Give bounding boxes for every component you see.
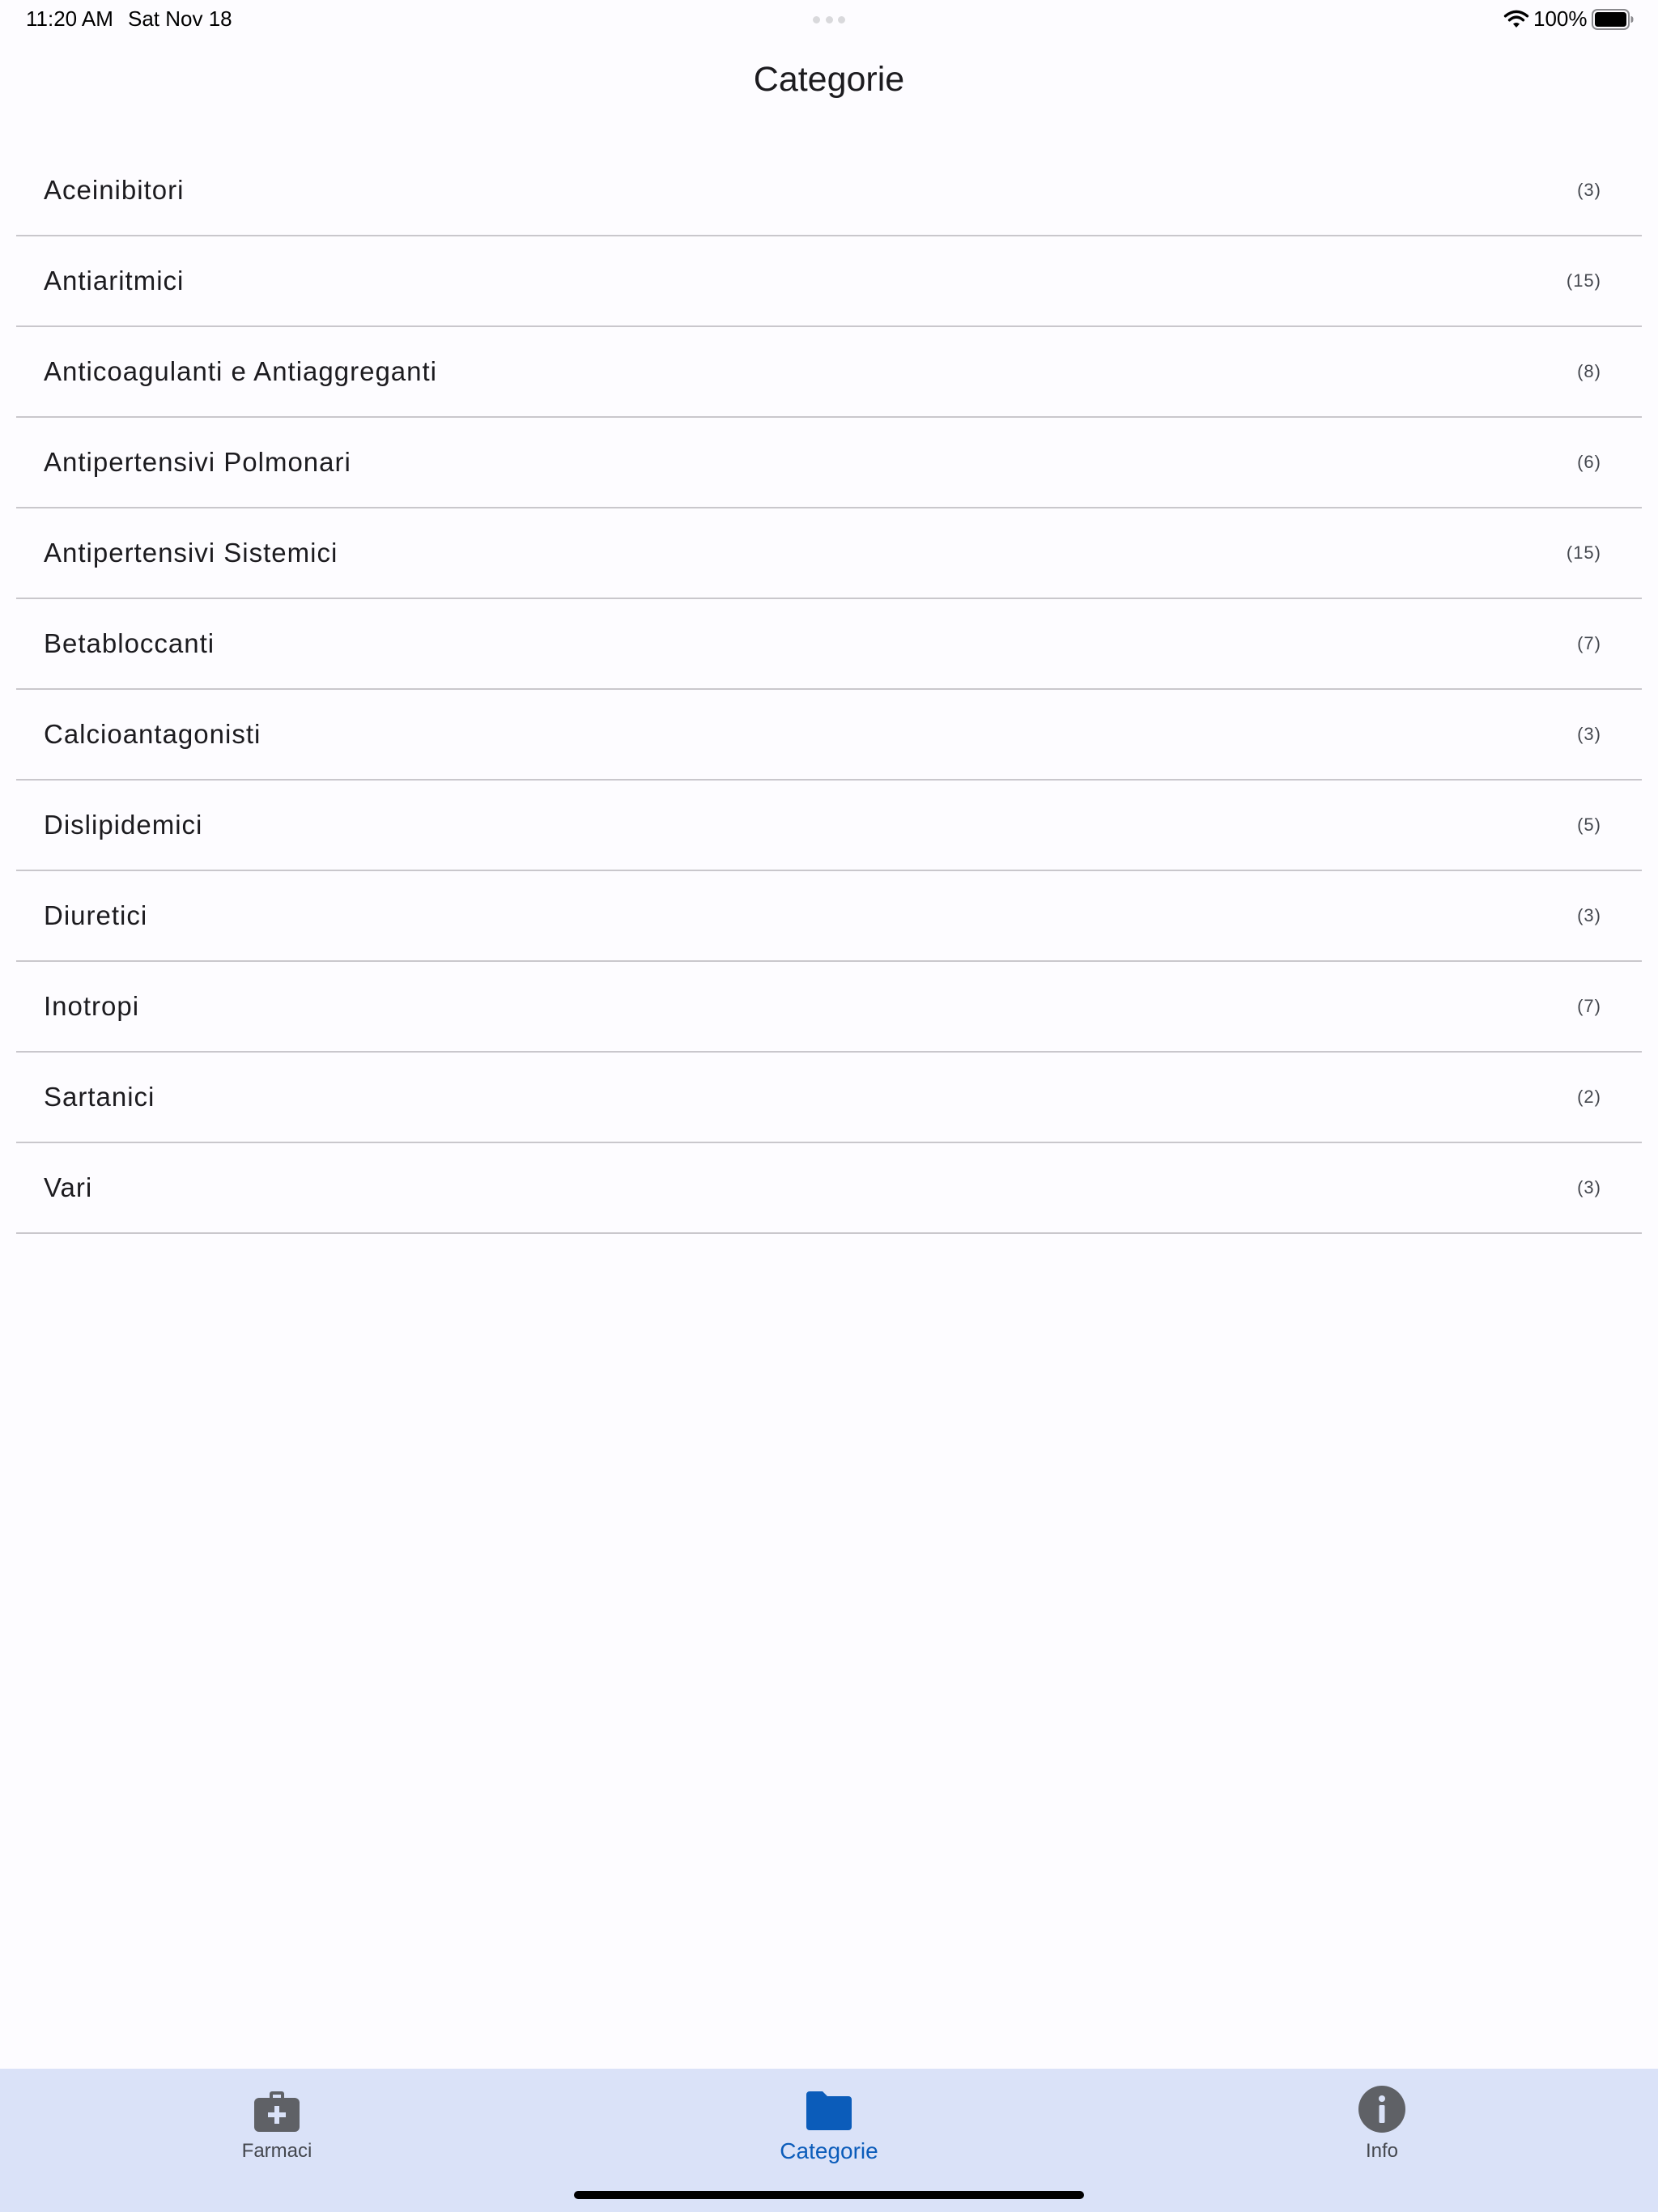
tab-categorie[interactable]: Categorie bbox=[708, 2069, 950, 2174]
category-name: Antiaritmici bbox=[44, 266, 185, 296]
status-date: Sat Nov 18 bbox=[128, 6, 232, 31]
category-name: Diuretici bbox=[44, 900, 148, 930]
category-count: (3) bbox=[1577, 180, 1601, 200]
category-row[interactable]: Aceinibitori (3) bbox=[16, 146, 1642, 236]
page-title: Categorie bbox=[753, 60, 905, 99]
category-name: Betabloccanti bbox=[44, 628, 215, 658]
category-row[interactable]: Anticoagulanti e Antiaggreganti (8) bbox=[16, 327, 1642, 418]
category-row[interactable]: Sartanici (2) bbox=[16, 1053, 1642, 1143]
category-name: Inotropi bbox=[44, 991, 140, 1021]
category-row[interactable]: Betabloccanti (7) bbox=[16, 599, 1642, 690]
category-count: (15) bbox=[1566, 270, 1601, 291]
multitasking-dots-icon[interactable] bbox=[813, 16, 845, 24]
folder-icon bbox=[806, 2091, 852, 2130]
category-row[interactable]: Inotropi (7) bbox=[16, 962, 1642, 1053]
category-count: (6) bbox=[1577, 452, 1601, 472]
tab-categorie-label: Categorie bbox=[780, 2138, 878, 2163]
category-name: Anticoagulanti e Antiaggreganti bbox=[44, 356, 438, 386]
status-bar: 11:20 AM Sat Nov 18 100% bbox=[0, 0, 1658, 39]
category-count: (3) bbox=[1577, 724, 1601, 744]
tab-farmaci[interactable]: Farmaci bbox=[155, 2069, 398, 2174]
category-row[interactable]: Vari (3) bbox=[16, 1143, 1642, 1234]
category-name: Aceinibitori bbox=[44, 175, 185, 205]
home-indicator[interactable] bbox=[574, 2191, 1084, 2199]
category-row[interactable]: Diuretici (3) bbox=[16, 871, 1642, 962]
category-row[interactable]: Antipertensivi Sistemici (15) bbox=[16, 508, 1642, 599]
category-name: Antipertensivi Polmonari bbox=[44, 447, 351, 477]
category-list: Aceinibitori (3) Antiaritmici (15) Antic… bbox=[16, 146, 1642, 1234]
category-name: Dislipidemici bbox=[44, 810, 203, 840]
status-time: 11:20 AM bbox=[26, 6, 113, 31]
category-name: Vari bbox=[44, 1172, 93, 1202]
wifi-icon bbox=[1503, 10, 1529, 28]
info-icon bbox=[1358, 2086, 1405, 2133]
tab-farmaci-label: Farmaci bbox=[241, 2140, 312, 2162]
category-row[interactable]: Dislipidemici (5) bbox=[16, 781, 1642, 871]
tab-info-label: Info bbox=[1365, 2140, 1399, 2162]
tab-info[interactable]: Info bbox=[1261, 2069, 1503, 2174]
category-count: (7) bbox=[1577, 996, 1601, 1016]
category-count: (8) bbox=[1577, 361, 1601, 381]
category-count: (2) bbox=[1577, 1087, 1601, 1107]
category-row[interactable]: Antiaritmici (15) bbox=[16, 236, 1642, 327]
category-name: Antipertensivi Sistemici bbox=[44, 538, 338, 568]
battery-icon bbox=[1592, 9, 1634, 30]
category-name: Calcioantagonisti bbox=[44, 719, 261, 749]
category-row[interactable]: Antipertensivi Polmonari (6) bbox=[16, 418, 1642, 508]
category-count: (3) bbox=[1577, 1177, 1601, 1197]
category-count: (3) bbox=[1577, 905, 1601, 925]
battery-percent: 100% bbox=[1533, 6, 1588, 31]
category-row[interactable]: Calcioantagonisti (3) bbox=[16, 690, 1642, 781]
category-count: (15) bbox=[1566, 542, 1601, 563]
medical-bag-icon bbox=[254, 2091, 300, 2132]
category-count: (7) bbox=[1577, 633, 1601, 653]
category-count: (5) bbox=[1577, 815, 1601, 835]
category-name: Sartanici bbox=[44, 1082, 155, 1112]
